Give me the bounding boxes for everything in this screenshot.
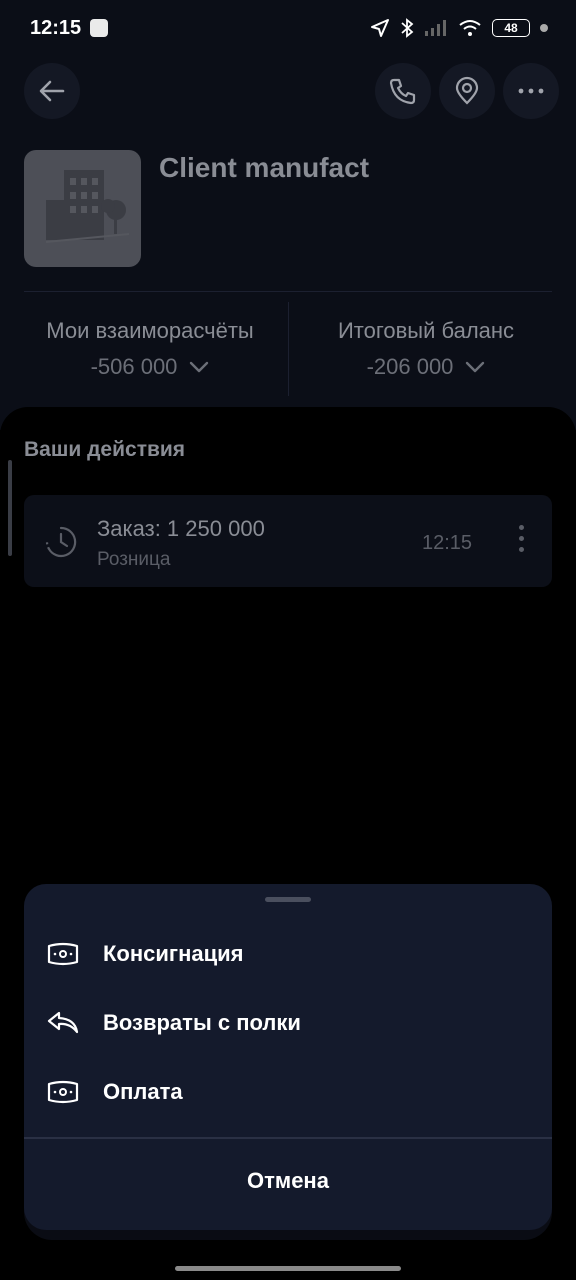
call-button[interactable] (375, 63, 431, 119)
scroll-indicator (8, 460, 12, 556)
total-balance-amount: -206 000 (366, 354, 454, 379)
action-time: 12:15 (422, 532, 473, 554)
more-horizontal-icon (518, 88, 544, 94)
notification-icon (90, 19, 108, 37)
more-button[interactable] (503, 63, 559, 119)
money-icon (47, 1080, 79, 1104)
status-time: 12:15 (30, 17, 82, 39)
total-balance[interactable]: Итоговый баланс -206 000 (282, 318, 570, 380)
divider (24, 291, 552, 292)
indicator-dot (540, 24, 548, 32)
action-subtitle: Розница (97, 549, 171, 570)
building-icon (45, 170, 130, 243)
chevron-down-icon (190, 361, 209, 373)
action-more-icon[interactable] (519, 525, 524, 552)
menu-item-label: Оплата (103, 1079, 183, 1104)
location-arrow-icon (371, 19, 389, 37)
location-button[interactable] (439, 63, 495, 119)
map-pin-icon (455, 76, 479, 105)
menu-item-payment[interactable]: Оплата (24, 1062, 552, 1122)
money-icon (47, 942, 79, 966)
status-bar: 12:15 48 (0, 0, 576, 60)
mutual-balance-label: Мои взаиморасчёты (46, 318, 254, 343)
mutual-balance[interactable]: Мои взаиморасчёты -506 000 (6, 318, 294, 380)
clock-icon (45, 526, 77, 558)
action-card[interactable]: Заказ: 1 250 000 Розница 12:15 (24, 495, 552, 587)
home-indicator[interactable] (175, 1266, 401, 1271)
signal-icon (425, 20, 446, 36)
mutual-balance-amount: -506 000 (90, 354, 178, 379)
wifi-icon (459, 20, 481, 36)
total-balance-value: -206 000 (282, 354, 570, 380)
action-title: Заказ: 1 250 000 (97, 516, 265, 541)
actions-title: Ваши действия (24, 438, 186, 461)
menu-item-returns[interactable]: Возвраты с полки (24, 993, 552, 1053)
drag-handle[interactable] (265, 897, 311, 902)
cancel-button[interactable]: Отмена (24, 1149, 552, 1213)
chevron-down-icon (466, 361, 485, 373)
menu-item-consignment[interactable]: Консигнация (24, 924, 552, 984)
phone-icon (389, 78, 416, 105)
status-icons: 48 (370, 18, 548, 38)
return-icon (47, 1011, 79, 1034)
mutual-balance-value: -506 000 (6, 354, 294, 380)
arrow-left-icon (39, 80, 65, 102)
menu-item-label: Возвраты с полки (103, 1010, 301, 1035)
back-button[interactable] (24, 63, 80, 119)
action-menu: Консигнация Возвраты с полки Оплата Отме… (24, 884, 552, 1230)
divider (24, 1137, 552, 1139)
battery-icon: 48 (492, 19, 530, 37)
client-name: Client manufact (159, 152, 370, 183)
bluetooth-icon (401, 18, 414, 38)
menu-item-label: Консигнация (103, 941, 244, 966)
client-avatar (24, 150, 141, 267)
total-balance-label: Итоговый баланс (337, 318, 515, 343)
